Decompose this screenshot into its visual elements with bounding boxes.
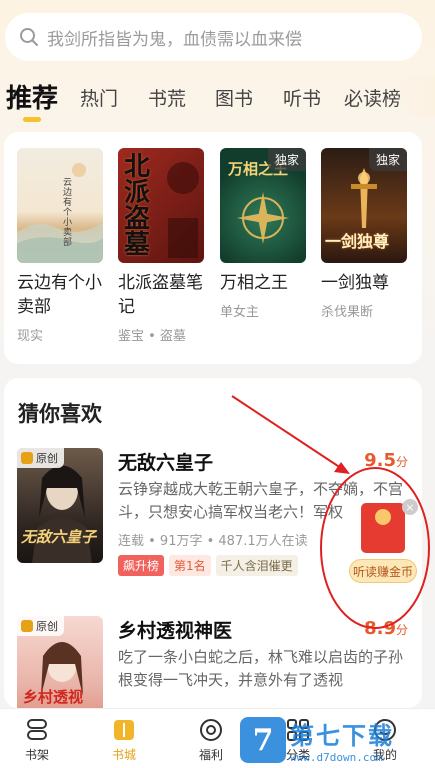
- bookstore-icon: [114, 720, 134, 740]
- book-cover: 万相之王 独家: [220, 148, 306, 263]
- book-cover: 北派盗墓: [118, 148, 204, 263]
- tab-book-drought[interactable]: 书荒: [148, 84, 186, 111]
- original-badge: 原创: [17, 616, 64, 636]
- welfare-icon: [200, 719, 222, 741]
- book-description: 吃了一条小白蛇之后，林飞难以启齿的子孙根变得一飞冲天，并意外有了透视: [118, 648, 404, 689]
- search-bar[interactable]: 我剑所指皆为鬼，血债需以血来偿: [5, 13, 422, 61]
- book-score: 9.5分: [364, 450, 408, 471]
- list-item[interactable]: 乡村透视 原创 乡村透视神医 8.9分 吃了一条小白蛇之后，林飞难以启齿的子孙根…: [4, 616, 422, 708]
- book-cover: 一剑独尊 独家: [321, 148, 407, 263]
- watermark-text: 第七下载 www.d7down.com: [290, 716, 394, 764]
- book-tags: 飙升榜 第1名 千人含泪催更: [118, 555, 298, 576]
- exclusive-badge: 独家: [267, 148, 306, 171]
- bookshelf-icon: [27, 719, 47, 740]
- book-title: 北派盗墓笔记: [118, 273, 203, 317]
- book-cover: 无敌六皇子 原创: [17, 448, 103, 563]
- book-cover: 云边有个小卖部: [17, 148, 103, 263]
- watermark-url: www.d7down.com: [290, 751, 383, 764]
- cover-title: 一剑独尊: [325, 232, 390, 251]
- original-icon: [21, 620, 33, 632]
- book-tag: 现实: [17, 329, 44, 344]
- nav-welfare[interactable]: 福利: [181, 717, 241, 763]
- coin-seal-icon: [375, 509, 391, 525]
- book-tag: 鉴宝 • 盗墓: [118, 329, 186, 344]
- cover-title: 北派盗墓: [124, 152, 151, 260]
- tabs-fade: [395, 76, 435, 116]
- tab-hot[interactable]: 热门: [80, 84, 118, 111]
- nav-label: 书城: [111, 748, 136, 762]
- watermark-brand: 第七下载: [290, 722, 394, 750]
- nav-bookstore[interactable]: 书城: [94, 717, 154, 763]
- book-title: 无敌六皇子: [118, 452, 214, 474]
- book-card[interactable]: 万相之王 独家 万相之王 单女主: [220, 148, 306, 320]
- featured-books-card: 云边有个小卖部 云边有个小卖部 现实 北派盗墓 北派盗墓笔记 鉴宝 • 盗墓 万…: [4, 132, 422, 364]
- book-tag: 单女主: [220, 305, 260, 320]
- tab-must-read-rank[interactable]: 必读榜: [344, 84, 401, 111]
- exclusive-badge: 独家: [368, 148, 407, 171]
- tab-recommend[interactable]: 推荐: [6, 78, 58, 115]
- book-card[interactable]: 云边有个小卖部 云边有个小卖部 现实: [17, 148, 103, 344]
- book-card[interactable]: 北派盗墓 北派盗墓笔记 鉴宝 • 盗墓: [118, 148, 204, 344]
- cover-title: 无敌六皇子: [21, 528, 97, 546]
- book-card[interactable]: 一剑独尊 独家 一剑独尊 杀伐果断: [321, 148, 407, 320]
- hot-rank-tag: 飙升榜: [118, 555, 165, 576]
- book-title: 乡村透视神医: [118, 620, 233, 642]
- book-cover: 乡村透视 原创: [17, 616, 103, 708]
- original-badge: 原创: [17, 448, 64, 468]
- search-placeholder: 我剑所指皆为鬼，血债需以血来偿: [47, 29, 302, 50]
- nav-label: 书架: [24, 748, 49, 762]
- search-icon: [20, 28, 38, 46]
- original-icon: [21, 452, 33, 464]
- category-tabs: 推荐 热门 书荒 图书 听书 必读榜: [6, 76, 435, 116]
- tab-books[interactable]: 图书: [215, 84, 253, 111]
- cover-title: 云边有个小卖部: [63, 178, 73, 248]
- book-tag: 杀伐果断: [321, 305, 374, 320]
- reader-tag: 千人含泪催更: [215, 555, 298, 576]
- section-title: 猜你喜欢: [18, 402, 102, 426]
- close-icon[interactable]: ×: [402, 499, 418, 515]
- book-title: 云边有个小卖部: [17, 273, 102, 317]
- book-title: 万相之王: [220, 273, 288, 293]
- rank-position-tag: 第1名: [169, 555, 211, 576]
- nav-bookshelf[interactable]: 书架: [7, 717, 67, 763]
- watermark-logo: 7: [240, 717, 286, 763]
- book-score: 8.9分: [364, 618, 408, 639]
- book-meta: 连载 • 91万字 • 487.1万人在读: [118, 534, 308, 549]
- active-tab-indicator: [23, 117, 41, 122]
- listen-earn-coins-widget[interactable]: 听读赚金币 ×: [347, 499, 419, 585]
- cover-title: 乡村透视: [23, 688, 84, 706]
- watermark: 7 第七下载 www.d7down.com: [240, 712, 435, 768]
- tab-audiobooks[interactable]: 听书: [283, 84, 321, 111]
- listen-earn-label: 听读赚金币: [349, 559, 417, 583]
- nav-label: 福利: [198, 748, 223, 762]
- book-title: 一剑独尊: [321, 273, 389, 293]
